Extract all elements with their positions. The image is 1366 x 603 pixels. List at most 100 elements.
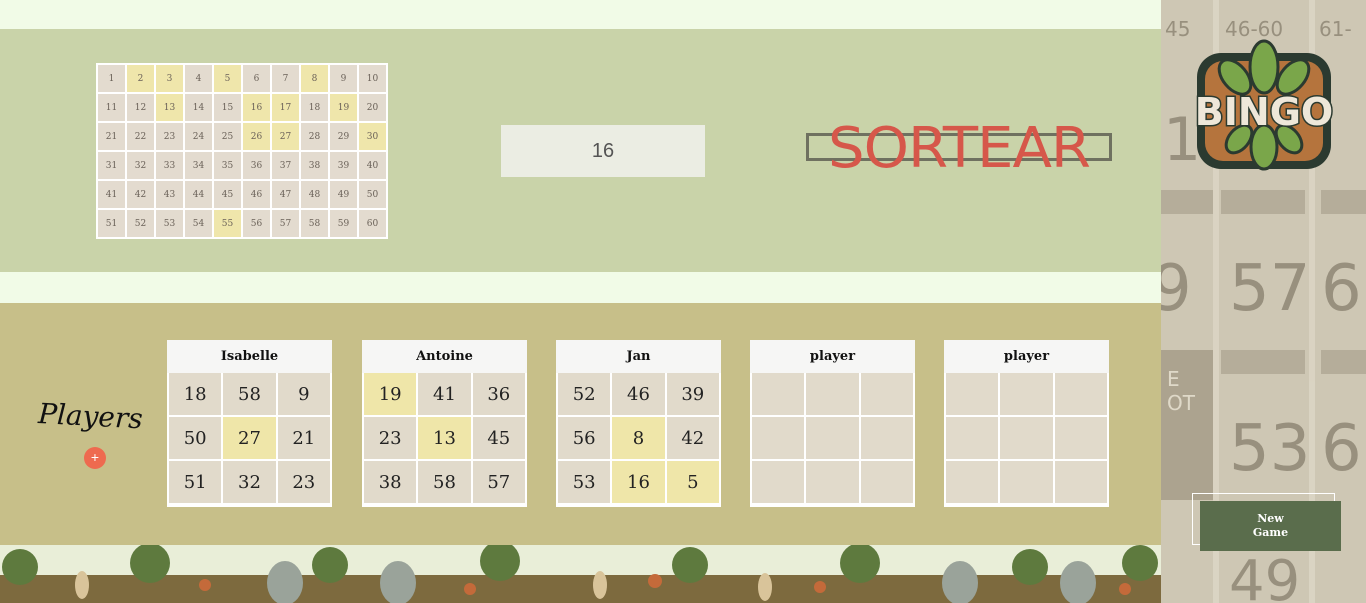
backdrop-number: OT xyxy=(1167,391,1196,415)
board-cell: 4 xyxy=(185,65,212,92)
player-card-cell[interactable]: 39 xyxy=(666,373,719,415)
add-player-button[interactable]: + xyxy=(84,447,106,469)
board-cell: 58 xyxy=(301,210,328,237)
player-card-cell[interactable]: 19 xyxy=(364,373,417,415)
player-card-cell[interactable]: 23 xyxy=(364,417,417,459)
backdrop-number: 57 xyxy=(1229,252,1310,326)
player-card-cell[interactable]: 58 xyxy=(418,461,471,503)
player-card-cell[interactable] xyxy=(752,461,805,503)
player-card-cell[interactable]: 8 xyxy=(612,417,665,459)
player-card-cell[interactable] xyxy=(946,461,999,503)
player-card-cell[interactable] xyxy=(1000,417,1053,459)
board-cell: 11 xyxy=(98,94,125,121)
board-cell: 3 xyxy=(156,65,183,92)
player-card-cell[interactable]: 21 xyxy=(277,417,330,459)
player-name[interactable]: player xyxy=(750,340,915,373)
player-card-cell[interactable]: 52 xyxy=(558,373,611,415)
player-card-cell[interactable]: 36 xyxy=(472,373,525,415)
board-cell: 5 xyxy=(214,65,241,92)
backdrop-number: 53 xyxy=(1229,412,1310,486)
player-card-cell[interactable]: 50 xyxy=(169,417,222,459)
board-cell: 9 xyxy=(330,65,357,92)
board-cell: 44 xyxy=(185,181,212,208)
new-game-button[interactable]: New Game xyxy=(1200,501,1341,551)
logo-text: BINGO xyxy=(1195,90,1333,134)
player-card-cell[interactable] xyxy=(860,461,913,503)
player-card-cell[interactable]: 56 xyxy=(558,417,611,459)
player-card-cell[interactable] xyxy=(860,417,913,459)
board-cell: 60 xyxy=(359,210,386,237)
player-name[interactable]: Antoine xyxy=(362,340,527,373)
board-cell: 31 xyxy=(98,152,125,179)
player-name[interactable]: player xyxy=(944,340,1109,373)
board-cell: 21 xyxy=(98,123,125,150)
player-card[interactable]: Antoine 19 41 36 23 13 45 38 58 57 xyxy=(362,340,527,507)
player-card-cell[interactable]: 57 xyxy=(472,461,525,503)
player-card[interactable]: Jan 52 46 39 56 8 42 53 16 5 xyxy=(556,340,721,507)
board-cell: 39 xyxy=(330,152,357,179)
player-card-cell[interactable]: 9 xyxy=(277,373,330,415)
player-card-cell[interactable] xyxy=(1000,461,1053,503)
player-card-cell[interactable]: 18 xyxy=(169,373,222,415)
player-card-cell[interactable]: 45 xyxy=(472,417,525,459)
player-card-cell[interactable]: 13 xyxy=(418,417,471,459)
player-card-grid xyxy=(750,373,915,505)
player-card-cell[interactable] xyxy=(1054,417,1107,459)
new-game-label: New Game xyxy=(1252,512,1289,539)
player-card-cell[interactable] xyxy=(1054,461,1107,503)
board-cell: 40 xyxy=(359,152,386,179)
board-cell: 38 xyxy=(301,152,328,179)
board-cell: 56 xyxy=(243,210,270,237)
board-cell: 32 xyxy=(127,152,154,179)
forest-illustration xyxy=(0,545,1161,603)
player-card-cell[interactable] xyxy=(806,417,859,459)
player-card-cell[interactable]: 53 xyxy=(558,461,611,503)
board-cell: 15 xyxy=(214,94,241,121)
player-card-cell[interactable] xyxy=(946,417,999,459)
player-card[interactable]: Isabelle 18 58 9 50 27 21 51 32 23 xyxy=(167,340,332,507)
player-card-cell[interactable]: 32 xyxy=(223,461,276,503)
board-cell: 17 xyxy=(272,94,299,121)
bingo-logo: BINGO xyxy=(1193,39,1335,171)
board-cell: 6 xyxy=(243,65,270,92)
player-card-cell[interactable] xyxy=(1000,373,1053,415)
player-card[interactable]: player xyxy=(750,340,915,507)
players-title-text: Players xyxy=(36,397,143,435)
player-card-cell[interactable] xyxy=(806,461,859,503)
sortear-button[interactable]: SORTEAR xyxy=(806,121,1112,177)
board-cell: 51 xyxy=(98,210,125,237)
player-card-cell[interactable]: 41 xyxy=(418,373,471,415)
player-card[interactable]: player xyxy=(944,340,1109,507)
player-card-cell[interactable] xyxy=(946,373,999,415)
player-card-cell[interactable] xyxy=(1054,373,1107,415)
player-card-cell[interactable] xyxy=(752,373,805,415)
player-card-cell[interactable]: 27 xyxy=(223,417,276,459)
board-cell: 18 xyxy=(301,94,328,121)
player-card-cell[interactable]: 46 xyxy=(612,373,665,415)
player-card-cell[interactable]: 51 xyxy=(169,461,222,503)
player-card-cell[interactable]: 42 xyxy=(666,417,719,459)
player-card-cell[interactable]: 16 xyxy=(612,461,665,503)
player-card-grid xyxy=(944,373,1109,505)
player-card-cell[interactable] xyxy=(752,417,805,459)
player-card-cell[interactable] xyxy=(860,373,913,415)
player-name[interactable]: Isabelle xyxy=(167,340,332,373)
player-card-cell[interactable]: 23 xyxy=(277,461,330,503)
player-card-cell[interactable]: 58 xyxy=(223,373,276,415)
board-cell: 30 xyxy=(359,123,386,150)
board-cell: 36 xyxy=(243,152,270,179)
player-name[interactable]: Jan xyxy=(556,340,721,373)
board-cell: 55 xyxy=(214,210,241,237)
board-cell: 54 xyxy=(185,210,212,237)
board-cell: 37 xyxy=(272,152,299,179)
board-cell: 50 xyxy=(359,181,386,208)
player-card-cell[interactable]: 38 xyxy=(364,461,417,503)
number-board: 1 2 3 4 5 6 7 8 9 10 11 12 13 14 15 16 17 18 19 20 21 22 23 24 2… xyxy=(96,63,388,239)
board-cell: 47 xyxy=(272,181,299,208)
player-card-cell[interactable] xyxy=(806,373,859,415)
board-cell: 22 xyxy=(127,123,154,150)
player-card-cell[interactable]: 5 xyxy=(666,461,719,503)
board-cell: 41 xyxy=(98,181,125,208)
board-cell: 20 xyxy=(359,94,386,121)
board-cell: 19 xyxy=(330,94,357,121)
